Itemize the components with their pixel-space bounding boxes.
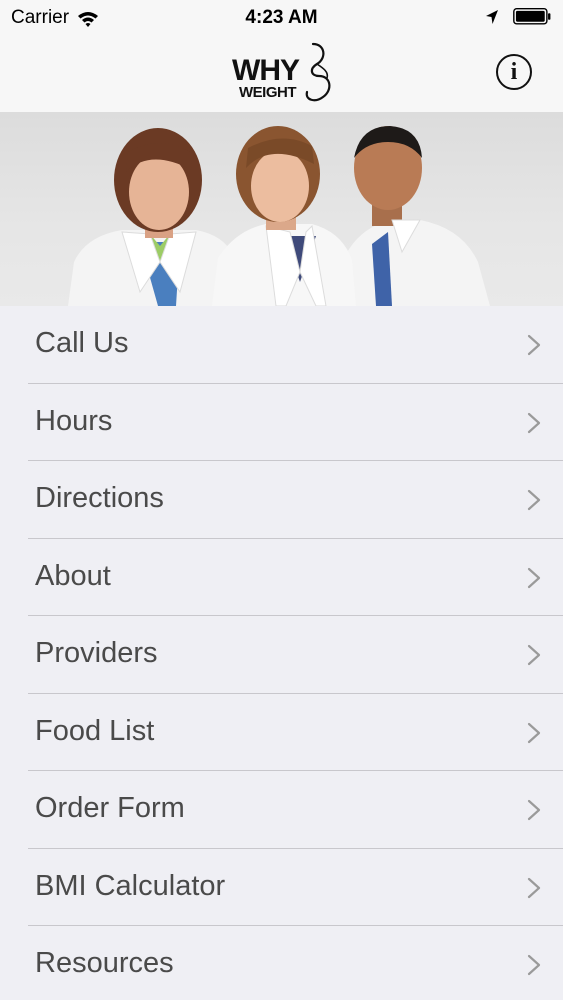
provider-photo-center xyxy=(212,126,356,306)
menu-item-hours[interactable]: Hours xyxy=(0,384,563,462)
chevron-right-icon xyxy=(527,644,541,666)
menu-item-providers[interactable]: Providers xyxy=(0,616,563,694)
providers-photo xyxy=(68,126,490,306)
chevron-right-icon xyxy=(527,877,541,898)
chevron-right-icon xyxy=(527,412,541,433)
app-screen: Carrier 4:23 AM WHY WEIGHT i Call Us Hou… xyxy=(0,0,563,1000)
menu-item-label: Order Form xyxy=(35,792,185,824)
providers-hero-image xyxy=(0,112,563,306)
chevron-right-icon xyxy=(527,799,541,821)
menu-item-resources[interactable]: Resources xyxy=(0,926,563,1000)
why-weight-logo: WHY WEIGHT xyxy=(229,40,335,110)
logo-word-bottom: WEIGHT xyxy=(239,84,297,101)
menu-list: Call Us Hours Directions About Providers… xyxy=(0,306,563,1000)
chevron-right-icon xyxy=(527,722,541,743)
chevron-right-icon xyxy=(527,334,541,356)
info-icon: i xyxy=(510,59,518,85)
battery-icon xyxy=(513,8,551,25)
menu-item-about[interactable]: About xyxy=(0,539,563,617)
menu-item-label: Hours xyxy=(35,404,113,437)
status-bar: Carrier 4:23 AM xyxy=(0,0,563,36)
chevron-right-icon xyxy=(527,954,541,976)
menu-item-food-list[interactable]: Food List xyxy=(0,694,563,772)
chevron-right-icon xyxy=(527,567,541,588)
menu-item-label: BMI Calculator xyxy=(35,869,226,902)
menu-item-label: Call Us xyxy=(35,327,129,359)
menu-item-order-form[interactable]: Order Form xyxy=(0,771,563,849)
menu-item-label: Directions xyxy=(35,482,164,514)
info-button[interactable]: i xyxy=(496,54,532,90)
logo-swirl-icon xyxy=(305,42,331,102)
status-right xyxy=(485,8,551,25)
menu-item-call-us[interactable]: Call Us xyxy=(0,306,563,384)
menu-item-label: Food List xyxy=(35,714,155,747)
menu-item-label: About xyxy=(35,559,111,592)
provider-photo-right xyxy=(340,126,490,306)
navigation-bar: WHY WEIGHT i xyxy=(0,36,563,113)
menu-item-label: Providers xyxy=(35,637,158,669)
chevron-right-icon xyxy=(527,489,541,511)
menu-item-label: Resources xyxy=(35,947,174,979)
location-arrow-icon xyxy=(486,9,498,24)
menu-item-bmi-calculator[interactable]: BMI Calculator xyxy=(0,849,563,927)
provider-photo-left xyxy=(68,128,240,306)
menu-item-directions[interactable]: Directions xyxy=(0,461,563,539)
logo-word-top: WHY xyxy=(232,54,300,87)
status-time: 4:23 AM xyxy=(245,7,318,28)
